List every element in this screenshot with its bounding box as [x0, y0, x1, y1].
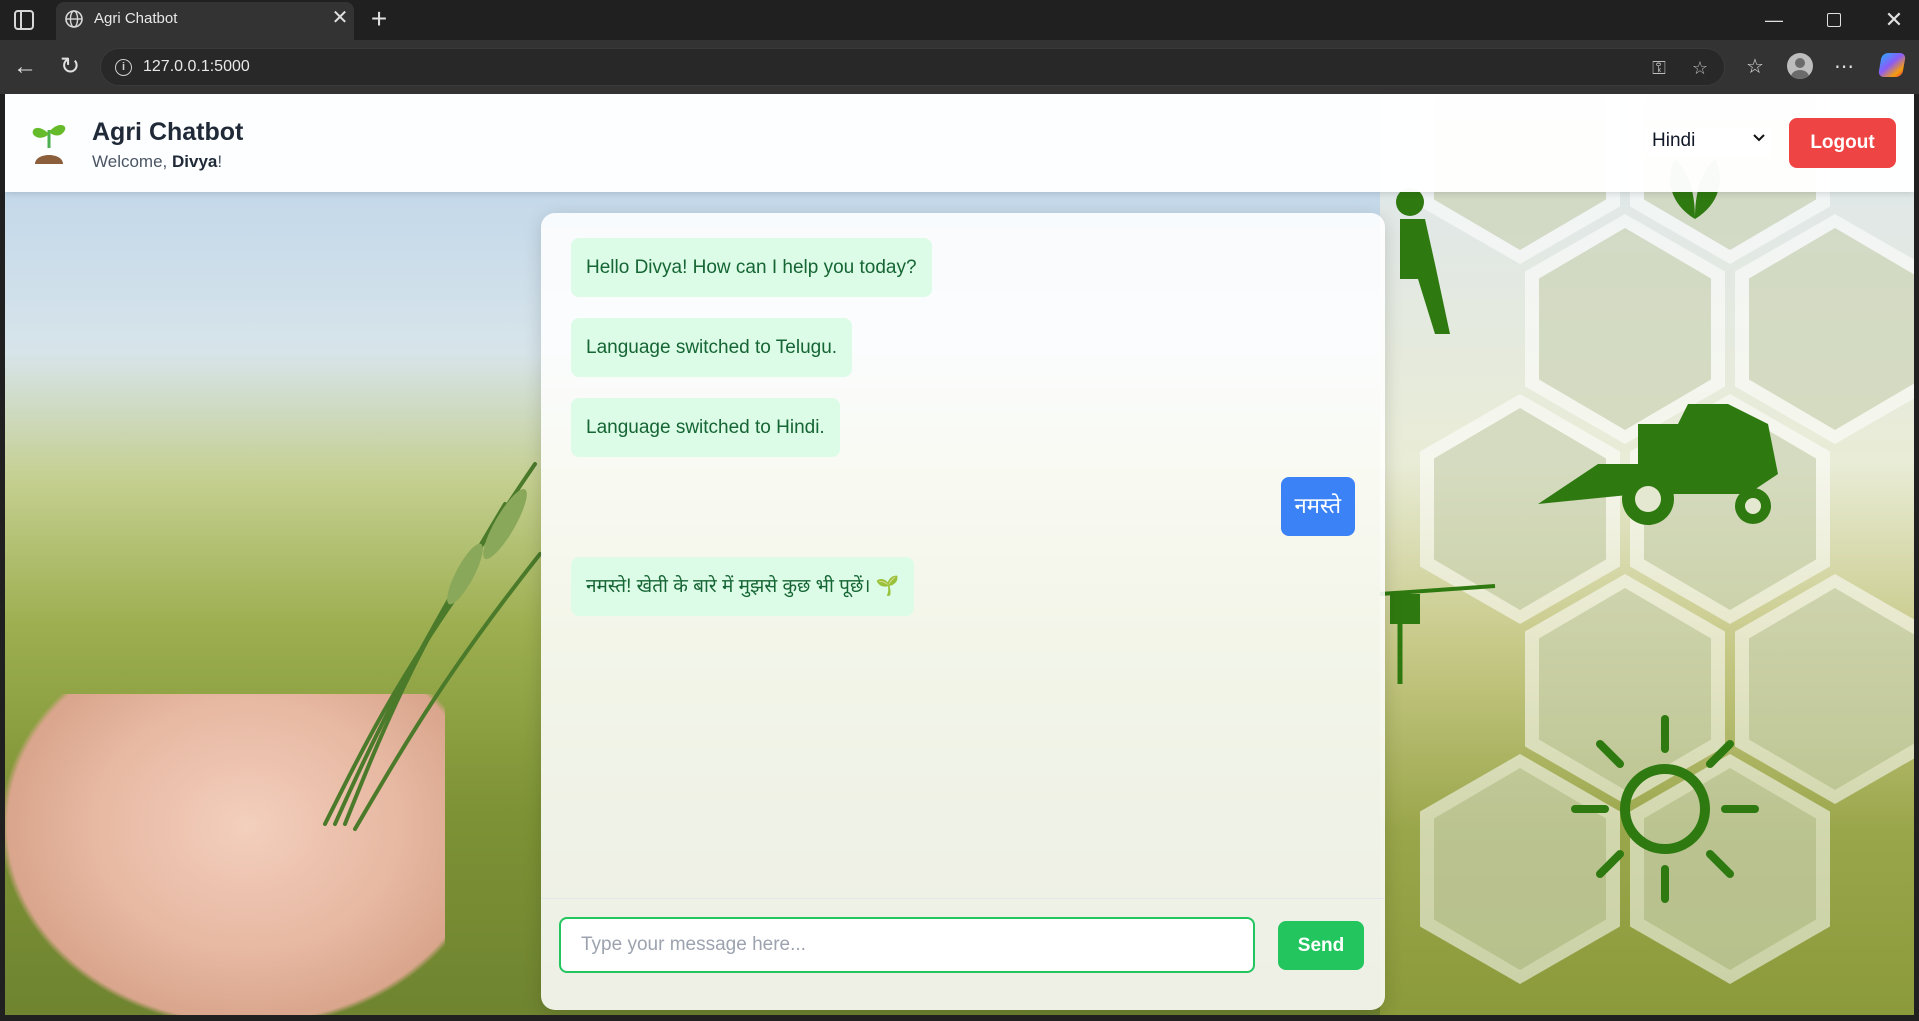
chat-messages[interactable]: Hello Divya! How can I help you today? L… — [541, 213, 1385, 898]
chevron-down-icon — [1753, 134, 1765, 142]
close-icon[interactable]: ✕ — [328, 6, 352, 30]
harvester-icon — [1538, 404, 1778, 525]
page-viewport: Agri Chatbot Welcome, Divya! Hindi Logou… — [5, 94, 1914, 1015]
user-message: नमस्ते — [1280, 477, 1355, 536]
language-value: Hindi — [1652, 130, 1696, 151]
message-input[interactable] — [559, 917, 1255, 973]
bot-message: Language switched to Hindi. — [571, 398, 840, 457]
info-icon[interactable]: i — [115, 59, 132, 76]
tab-strip-icon[interactable] — [14, 10, 34, 30]
welcome-prefix: Welcome, — [92, 152, 172, 171]
user-name: Divya — [172, 152, 218, 171]
back-icon[interactable]: ← — [10, 52, 40, 82]
new-tab-icon[interactable]: + — [364, 4, 394, 34]
background-hexagon-panel — [1380, 94, 1914, 1015]
language-select[interactable]: Hindi — [1646, 127, 1772, 157]
welcome-text: Welcome, Divya! — [92, 152, 222, 172]
maximize-icon[interactable] — [1816, 6, 1852, 34]
background-wheat — [323, 462, 542, 831]
browser-toolbar: ← ↻ i 127.0.0.1:5000 ⚿ ☆ ☆ ⋯ — [0, 40, 1919, 94]
reload-icon[interactable]: ↻ — [55, 52, 85, 82]
star-icon[interactable]: ☆ — [1689, 57, 1711, 79]
seedling-icon — [32, 125, 66, 164]
app-title: Agri Chatbot — [92, 118, 244, 146]
more-icon[interactable]: ⋯ — [1830, 53, 1858, 81]
logout-button[interactable]: Logout — [1789, 118, 1896, 168]
profile-icon[interactable] — [1786, 53, 1814, 81]
app-header: Agri Chatbot Welcome, Divya! Hindi Logou… — [5, 94, 1914, 192]
tab-title: Agri Chatbot — [94, 10, 178, 27]
url-text[interactable]: 127.0.0.1:5000 — [143, 58, 250, 76]
bot-message: Hello Divya! How can I help you today? — [571, 238, 932, 297]
browser-tab-bar: Agri Chatbot ✕ + — ✕ — [0, 0, 1919, 40]
farmer-icon — [1396, 188, 1450, 334]
chat-input-row: Send — [541, 898, 1385, 1010]
window-bottom-edge — [0, 1015, 1919, 1021]
bot-message: नमस्ते! खेती के बारे में मुझसे कुछ भी पू… — [571, 557, 915, 616]
copilot-icon[interactable] — [1877, 53, 1907, 81]
welcome-suffix: ! — [217, 152, 223, 171]
address-bar[interactable]: i 127.0.0.1:5000 ⚿ ☆ — [100, 48, 1725, 86]
minimize-icon[interactable]: — — [1756, 6, 1792, 34]
window-close-icon[interactable]: ✕ — [1876, 6, 1912, 34]
favorites-icon[interactable]: ☆ — [1741, 53, 1769, 81]
key-icon[interactable]: ⚿ — [1648, 57, 1670, 79]
bot-message: Language switched to Telugu. — [571, 318, 853, 377]
chat-panel: Hello Divya! How can I help you today? L… — [541, 213, 1385, 1010]
sun-icon — [1571, 715, 1759, 903]
send-button[interactable]: Send — [1278, 921, 1364, 970]
drone-icon — [1380, 584, 1496, 684]
globe-icon — [65, 10, 83, 28]
